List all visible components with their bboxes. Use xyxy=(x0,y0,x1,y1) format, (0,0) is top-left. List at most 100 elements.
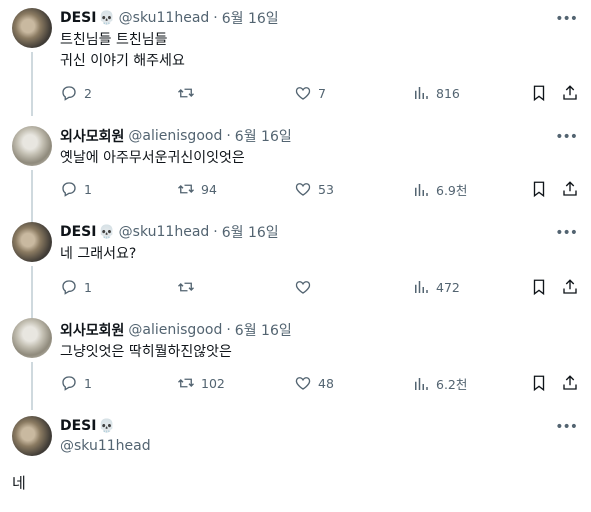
username-handle[interactable]: @sku11head xyxy=(119,10,210,26)
thread-line xyxy=(31,362,33,410)
separator-dot: · xyxy=(213,10,218,26)
views-button[interactable]: 6.9천 xyxy=(412,180,467,199)
share-icon xyxy=(563,279,577,294)
timestamp[interactable]: 6월 16일 xyxy=(222,222,279,242)
tweet-3[interactable]: DESI 💀 @sku11head · 6월 16일 ••• 네 그래서요? 1… xyxy=(0,214,591,318)
tweet-header: DESI 💀 @sku11head · 6월 16일 xyxy=(60,222,279,242)
like-icon xyxy=(295,377,311,390)
display-name[interactable]: DESI xyxy=(60,418,96,434)
share-icon xyxy=(563,85,577,100)
like-count: 53 xyxy=(318,181,334,197)
action-bar: 1 102 48 6.2천 xyxy=(60,374,580,394)
share-button[interactable] xyxy=(561,84,579,102)
timestamp[interactable]: 6월 16일 xyxy=(235,126,292,146)
share-button[interactable] xyxy=(561,278,579,296)
retweet-button[interactable] xyxy=(177,278,201,296)
timestamp[interactable]: 6월 16일 xyxy=(222,8,279,28)
tweet-4[interactable]: 외사모회원 @alienisgood · 6월 16일 그냥잇엇은 딱히뭘하진않… xyxy=(0,310,591,410)
tweet-text: 트친님들 트친님들 귀신 이야기 해주세요 xyxy=(60,30,185,72)
more-icon[interactable]: ••• xyxy=(555,11,578,27)
retweet-button[interactable]: 94 xyxy=(177,180,217,198)
action-bar: 1 472 xyxy=(60,278,580,298)
view-count: 816 xyxy=(436,85,460,101)
view-count: 6.9천 xyxy=(436,183,468,198)
more-icon[interactable]: ••• xyxy=(555,129,578,145)
display-name[interactable]: 외사모회원 xyxy=(60,126,124,146)
like-count: 48 xyxy=(318,375,334,391)
tweet-text-line: 옛날에 아주무서운귀신이잇엇은 xyxy=(60,150,245,166)
share-button[interactable] xyxy=(561,374,579,392)
share-icon xyxy=(563,181,577,196)
reply-icon xyxy=(62,376,76,391)
reply-count: 1 xyxy=(84,181,92,197)
tweet-text-line: 귀신 이야기 해주세요 xyxy=(60,53,185,69)
action-bar: 1 94 53 6.9천 xyxy=(60,180,580,200)
views-button[interactable]: 816 xyxy=(412,84,460,102)
reply-button[interactable]: 1 xyxy=(60,180,92,198)
display-name[interactable]: 외사모회원 xyxy=(60,320,124,340)
retweet-button[interactable] xyxy=(177,84,201,102)
tweet-text: 그냥잇엇은 딱히뭘하진않앗은 xyxy=(60,342,232,363)
share-icon xyxy=(563,375,577,390)
avatar-alien[interactable] xyxy=(12,318,52,358)
tweet-header: DESI 💀 xyxy=(60,416,115,436)
like-button[interactable]: 48 xyxy=(294,374,334,392)
more-icon[interactable]: ••• xyxy=(555,225,578,241)
views-button[interactable]: 472 xyxy=(412,278,460,296)
like-icon xyxy=(295,281,311,294)
reply-button[interactable]: 2 xyxy=(60,84,92,102)
reply-count: 2 xyxy=(84,85,92,101)
like-icon xyxy=(295,87,311,100)
main-tweet: DESI 💀 ••• @sku11head 네 xyxy=(0,406,591,512)
tweet-header: 외사모회원 @alienisgood · 6월 16일 xyxy=(60,126,292,146)
retweet-button[interactable]: 102 xyxy=(177,374,225,392)
reply-count: 1 xyxy=(84,375,92,391)
views-icon xyxy=(415,183,428,196)
like-icon xyxy=(295,183,311,196)
username-handle[interactable]: @alienisgood xyxy=(128,322,222,338)
more-icon[interactable]: ••• xyxy=(555,419,578,435)
retweet-count: 102 xyxy=(201,375,225,391)
bookmark-button[interactable] xyxy=(530,180,548,198)
retweet-icon xyxy=(178,282,194,292)
avatar-desi[interactable] xyxy=(12,416,52,456)
reply-icon xyxy=(62,280,76,295)
timestamp[interactable]: 6월 16일 xyxy=(235,320,292,340)
tweet-2[interactable]: 외사모회원 @alienisgood · 6월 16일 ••• 옛날에 아주무서… xyxy=(0,118,591,222)
like-button[interactable] xyxy=(294,278,318,296)
avatar-desi[interactable] xyxy=(12,8,52,48)
reply-count: 1 xyxy=(84,279,92,295)
like-button[interactable]: 53 xyxy=(294,180,334,198)
reply-button[interactable]: 1 xyxy=(60,374,92,392)
tweet-header: DESI 💀 @sku11head · 6월 16일 xyxy=(60,8,279,28)
bookmark-button[interactable] xyxy=(530,374,548,392)
separator-dot: · xyxy=(226,128,231,144)
bookmark-icon xyxy=(533,279,545,296)
bookmark-icon xyxy=(533,375,545,392)
separator-dot: · xyxy=(213,224,218,240)
skull-emoji: 💀 xyxy=(98,418,115,434)
avatar-alien[interactable] xyxy=(12,126,52,166)
views-button[interactable]: 6.2천 xyxy=(412,374,467,393)
thread-line xyxy=(31,52,33,116)
view-count: 6.2천 xyxy=(436,377,468,392)
bookmark-button[interactable] xyxy=(530,84,548,102)
bookmark-button[interactable] xyxy=(530,278,548,296)
retweet-icon xyxy=(178,378,194,388)
reply-icon xyxy=(62,182,76,197)
username-handle[interactable]: @sku11head xyxy=(60,438,151,454)
skull-emoji: 💀 xyxy=(98,224,115,240)
username-handle[interactable]: @alienisgood xyxy=(128,128,222,144)
reply-button[interactable]: 1 xyxy=(60,278,92,296)
tweet-1[interactable]: DESI 💀 @sku11head · 6월 16일 ••• 트친님들 트친님들… xyxy=(0,0,591,116)
avatar-desi[interactable] xyxy=(12,222,52,262)
username-handle[interactable]: @sku11head xyxy=(119,224,210,240)
separator-dot: · xyxy=(226,322,231,338)
display-name[interactable]: DESI xyxy=(60,224,96,240)
like-button[interactable]: 7 xyxy=(294,84,326,102)
reply-icon xyxy=(62,86,76,101)
retweet-icon xyxy=(178,184,194,194)
share-button[interactable] xyxy=(561,180,579,198)
display-name[interactable]: DESI xyxy=(60,10,96,26)
tweet-text: 옛날에 아주무서운귀신이잇엇은 xyxy=(60,148,245,169)
